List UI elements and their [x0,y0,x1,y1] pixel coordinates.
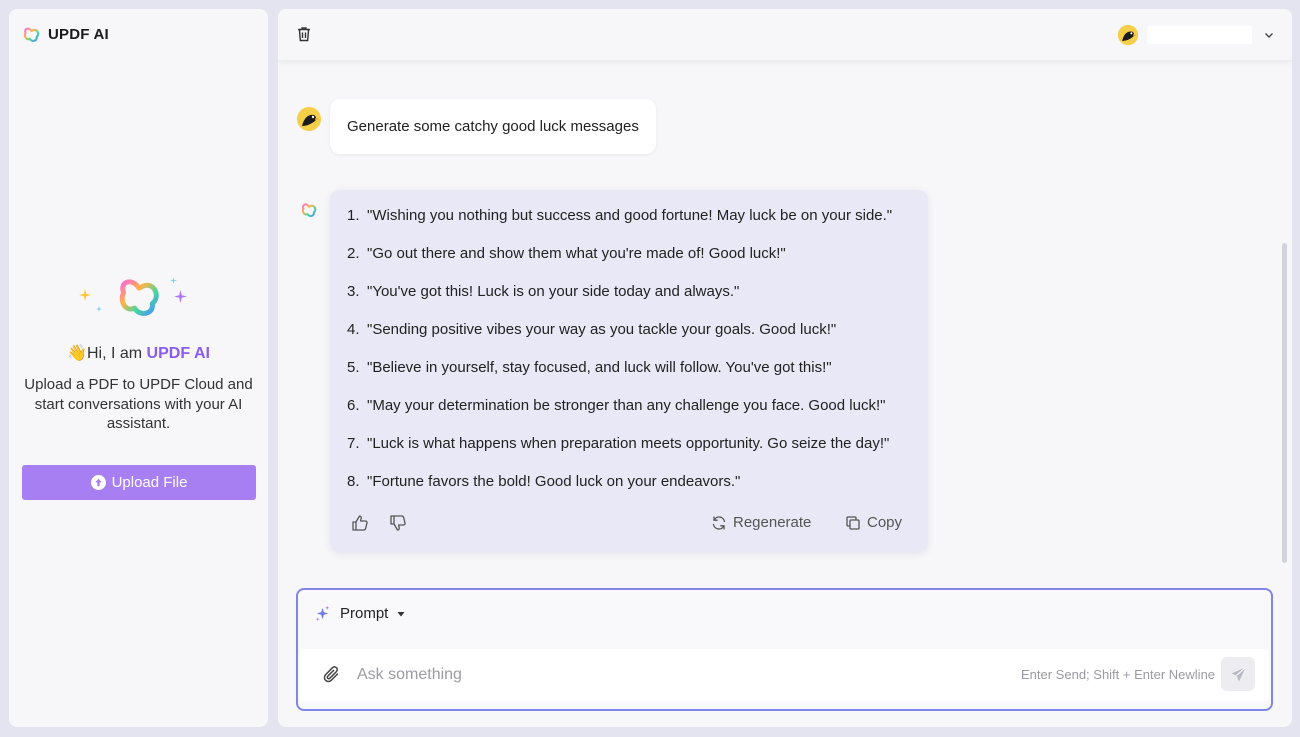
greeting-prefix: Hi, I am [86,345,147,362]
list-item: 5. "Believe in yourself, stay focused, an… [347,359,892,397]
response-actions: Regenerate Copy [330,512,928,534]
composer: Prompt Enter Send; Shift + Enter Newline [296,588,1273,711]
list-item-text: "Wishing you nothing but success and goo… [367,207,893,224]
list-item-text: "May your determination be stronger than… [367,397,886,414]
message-input-area: Enter Send; Shift + Enter Newline [300,649,1269,701]
list-item: 4. "Sending positive vibes your way as yo… [347,321,892,359]
prompt-label: Prompt [340,605,389,622]
list-item: 1. "Wishing you nothing but success and g… [347,207,892,245]
brand-name: UPDF AI [48,26,109,43]
intro-text: Upload a PDF to UPDF Cloud and start con… [24,376,253,432]
list-item-number: 4. [347,321,360,338]
list-item: 8. "Fortune favors the bold! Good luck on… [347,473,892,511]
list-item-text: "Go out there and show them what you're … [367,245,786,262]
list-item-text: "Luck is what happens when preparation m… [367,435,890,452]
caret-down-icon [397,611,405,616]
ai-response-list: 1. "Wishing you nothing but success and g… [347,207,892,511]
user-message: Generate some catchy good luck messages [330,99,656,154]
list-item-number: 1. [347,207,360,224]
sparkle-icon [78,289,91,301]
regenerate-button[interactable]: Regenerate [711,514,811,531]
hero-illustration [78,271,199,323]
list-item: 6. "May your determination be stronger th… [347,397,892,435]
updf-ai-avatar-icon [301,203,317,217]
ask-input[interactable] [357,663,957,687]
keyboard-hint: Enter Send; Shift + Enter Newline [1021,667,1216,682]
list-item: 3. "You've got this! Luck is on your side… [347,283,892,321]
list-item-number: 5. [347,359,360,376]
regenerate-label: Regenerate [733,514,812,531]
greeting: 👋Hi, I am UPDF AI [9,343,268,363]
upload-file-label: Upload File [111,474,188,491]
list-item-number: 7. [347,435,360,452]
list-item: 2. "Go out there and show them what you'r… [347,245,892,283]
send-button[interactable] [1221,657,1255,691]
copy-icon [846,515,860,530]
sparkle-icon [169,277,177,284]
upload-file-button[interactable]: Upload File [22,465,256,500]
updf-ai-logo-icon [119,279,159,316]
chat-panel: Generate some catchy good luck messages … [278,9,1292,727]
copy-label: Copy [867,514,903,531]
sparkle-icon [315,605,330,622]
list-item-text: "Believe in yourself, stay focused, and … [367,359,832,376]
brand: UPDF AI [23,26,109,43]
list-item-number: 6. [347,397,360,414]
chat-header [278,9,1292,61]
copy-button[interactable]: Copy [845,514,902,531]
chat-scrollbar[interactable] [1282,243,1287,563]
sidebar: UPDF AI 👋Hi, I am UPDF AI Upload a PDF t… [9,9,268,727]
sparkle-icon [173,290,187,303]
list-item-text: "Fortune favors the bold! Good luck on y… [367,473,741,490]
updf-logo-icon [23,27,40,42]
thumbs-down-icon[interactable] [389,514,407,532]
refresh-icon [712,515,726,530]
list-item: 7. "Luck is what happens when preparation… [347,435,892,473]
list-item-number: 8. [347,473,360,490]
list-item-text: "Sending positive vibes your way as you … [367,321,837,338]
ai-response: 1. "Wishing you nothing but success and g… [330,190,928,552]
list-item-number: 3. [347,283,360,300]
user-name[interactable] [1147,26,1252,44]
list-item-number: 2. [347,245,360,262]
user-avatar [297,107,321,131]
chevron-down-icon[interactable] [1263,29,1275,41]
thumbs-up-icon[interactable] [351,514,369,532]
welcome-panel: 👋Hi, I am UPDF AI Upload a PDF to UPDF C… [9,271,268,434]
waving-hand-icon: 👋 [67,345,87,362]
greeting-brand: UPDF AI [146,345,210,362]
prompt-selector[interactable]: Prompt [314,605,405,622]
user-avatar[interactable] [1117,24,1139,46]
trash-icon[interactable] [295,25,313,43]
paperclip-icon[interactable] [322,665,342,685]
sparkle-icon [95,306,102,312]
list-item-text: "You've got this! Luck is on your side t… [367,283,740,300]
send-icon [1230,666,1246,682]
upload-arrow-icon [90,475,106,490]
